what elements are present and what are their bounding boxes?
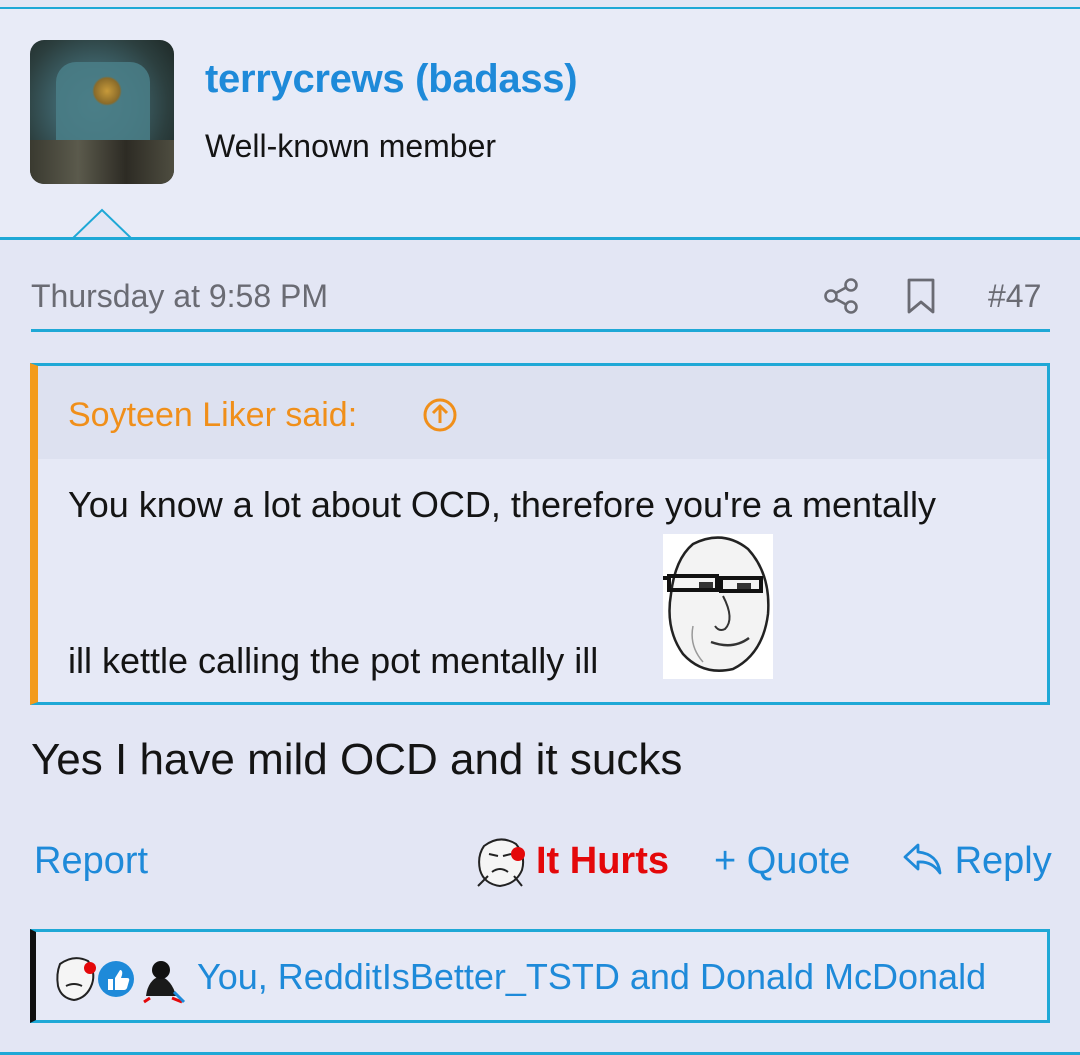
reply-arrow-icon xyxy=(903,843,942,875)
section-divider xyxy=(0,237,1080,240)
quote-author[interactable]: Soyteen Liker said: xyxy=(68,396,357,435)
reactions-bar[interactable]: You, RedditIsBetter_TSTD and Donald McDo… xyxy=(30,929,1050,1023)
wojak-glasses-smilie xyxy=(663,534,773,679)
user-title: Well-known member xyxy=(205,128,497,164)
it-hurts-label: It Hurts xyxy=(536,840,669,882)
quote-text-line-2: ill kettle calling the pot mentally ill xyxy=(68,640,599,681)
meta-underline xyxy=(31,329,1050,332)
arrow-up-circle-icon[interactable] xyxy=(422,397,458,433)
reaction-icons-stack xyxy=(56,957,186,1004)
quote-header: Soyteen Liker said: xyxy=(38,366,1047,459)
reaction-users-list[interactable]: You, RedditIsBetter_TSTD and Donald McDo… xyxy=(197,956,986,998)
like-reaction-icon xyxy=(98,961,134,997)
avatar-sun-print xyxy=(92,76,122,106)
post-number[interactable]: #47 xyxy=(988,278,1041,315)
avatar-fabric xyxy=(30,140,174,184)
post-body-text: Yes I have mild OCD and it sucks xyxy=(31,735,683,784)
post-date[interactable]: Thursday at 9:58 PM xyxy=(31,278,328,315)
username-link[interactable]: terrycrews (badass) xyxy=(205,57,578,102)
reply-button[interactable]: Reply xyxy=(902,840,1052,883)
dark-figure-reaction-icon xyxy=(143,961,186,1004)
user-info-section: terrycrews (badass) Well-known member xyxy=(0,9,1080,238)
quote-block: Soyteen Liker said: You know a lot about… xyxy=(30,363,1050,705)
share-icon[interactable] xyxy=(822,277,860,315)
it-hurts-reaction-icon xyxy=(56,957,96,1002)
quote-button[interactable]: + Quote xyxy=(714,840,850,883)
reply-label: Reply xyxy=(954,840,1052,882)
quote-text-line-1: You know a lot about OCD, therefore you'… xyxy=(68,484,937,525)
it-hurts-smilie-icon xyxy=(477,838,525,888)
message-caret xyxy=(72,208,132,240)
report-link[interactable]: Report xyxy=(34,840,148,883)
bookmark-icon[interactable] xyxy=(903,277,939,315)
avatar[interactable] xyxy=(30,40,174,184)
